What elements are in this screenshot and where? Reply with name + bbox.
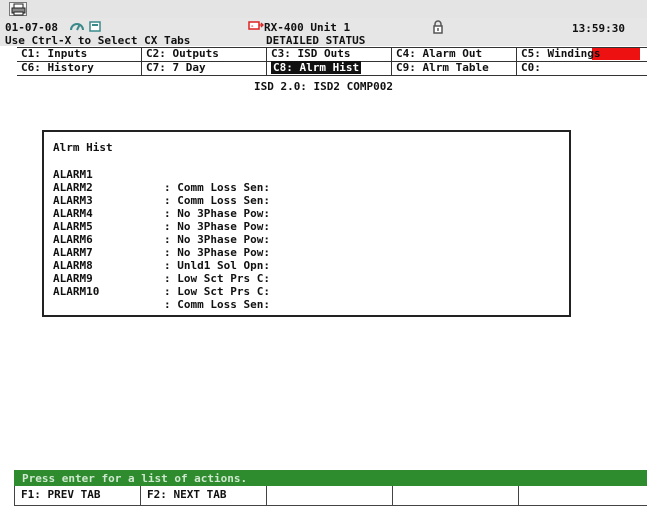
screen-title: ISD 2.0: ISD2 COMP002 <box>253 80 394 93</box>
tab-7-day[interactable]: C7: 7 Day <box>142 61 267 75</box>
f4-button[interactable] <box>392 486 518 506</box>
alarm-history-panel: Alrm Hist ALARM1 : Comm Loss Sen: ALARM2… <box>42 130 571 317</box>
tab-isd-outs[interactable]: C3: ISD Outs <box>267 47 392 61</box>
alarm-value: : No 3Phase Pow: <box>164 207 270 220</box>
tab-inputs[interactable]: C1: Inputs <box>17 47 142 61</box>
tab-outputs[interactable]: C2: Outputs <box>142 47 267 61</box>
printer-icon <box>11 3 26 16</box>
tab-alarm-out[interactable]: C4: Alarm Out <box>392 47 517 61</box>
tab-alrm-hist[interactable]: C8: Alrm Hist <box>267 61 392 75</box>
tab-alrm-table[interactable]: C9: Alrm Table <box>392 61 517 75</box>
tab-c0[interactable]: C0: <box>517 61 647 75</box>
alarm-row[interactable]: ALARM2 : Comm Loss Sen: <box>53 168 270 207</box>
alarm-row[interactable]: ALARM8 : Low Sct Prs C: <box>53 246 270 285</box>
alarm-value: : Comm Loss Sen: <box>164 194 270 207</box>
status-title: DETAILED STATUS <box>266 34 366 47</box>
tab-history[interactable]: C6: History <box>17 61 142 75</box>
alarm-row[interactable]: ALARM10 : Comm Loss Sen: <box>53 272 270 311</box>
lock-icon <box>433 20 443 34</box>
alarm-row[interactable]: ALARM5 : No 3Phase Pow: <box>53 207 270 246</box>
alarm-value: : No 3Phase Pow: <box>164 233 270 246</box>
tab-windings[interactable]: C5: Windings <box>517 47 647 61</box>
toolbar <box>0 0 647 18</box>
alarm-row[interactable]: ALARM9 : Low Sct Prs C: <box>53 259 270 298</box>
status-message: Press enter for a list of actions. <box>22 472 248 485</box>
alarm-value: : Comm Loss Sen: <box>164 298 270 311</box>
f5-button[interactable] <box>518 486 647 506</box>
f1-prev-tab-button[interactable]: F1: PREV TAB <box>14 486 140 506</box>
alarm-row[interactable]: ALARM1 : Comm Loss Sen: <box>53 155 270 194</box>
alarm-value: : No 3Phase Pow: <box>164 220 270 233</box>
alarm-value: : Low Sct Prs C: <box>164 272 270 285</box>
alarm-row[interactable]: ALARM6 : No 3Phase Pow: <box>53 220 270 259</box>
tab-hint: Use Ctrl-X to Select CX Tabs <box>5 34 191 47</box>
alarm-value: : Low Sct Prs C: <box>164 285 270 298</box>
alarm-value: : No 3Phase Pow: <box>164 246 270 259</box>
date-readout: 01-07-08 <box>5 21 58 34</box>
alarm-row[interactable]: ALARM4 : No 3Phase Pow: <box>53 194 270 233</box>
alarm-value: : Unld1 Sol Opn: <box>164 259 270 272</box>
tab-bar: C1: Inputs C2: Outputs C3: ISD Outs C4: … <box>17 47 647 76</box>
print-button[interactable] <box>9 2 27 16</box>
alarm-value: : Comm Loss Sen: <box>164 181 270 194</box>
f2-next-tab-button[interactable]: F2: NEXT TAB <box>140 486 266 506</box>
alert-icon: - <box>248 21 264 30</box>
header: 01-07-08 Use Ctrl-X to Select CX Tabs - … <box>0 18 647 60</box>
unit-title: RX-400 Unit 1 <box>264 21 351 34</box>
alarm-name: ALARM10 <box>53 285 100 298</box>
alarm-row[interactable]: ALARM3 : No 3Phase Pow: <box>53 181 270 220</box>
clock: 13:59:30 <box>572 22 625 35</box>
function-key-bar: F1: PREV TAB F2: NEXT TAB <box>14 486 647 506</box>
f3-button[interactable] <box>266 486 392 506</box>
alarm-row[interactable]: ALARM7 : Unld1 Sol Opn: <box>53 233 270 272</box>
status-bar: Press enter for a list of actions. <box>14 470 647 486</box>
panel-title: Alrm Hist <box>53 141 113 154</box>
battery-icon <box>89 21 101 32</box>
gauge-icon <box>70 23 84 31</box>
